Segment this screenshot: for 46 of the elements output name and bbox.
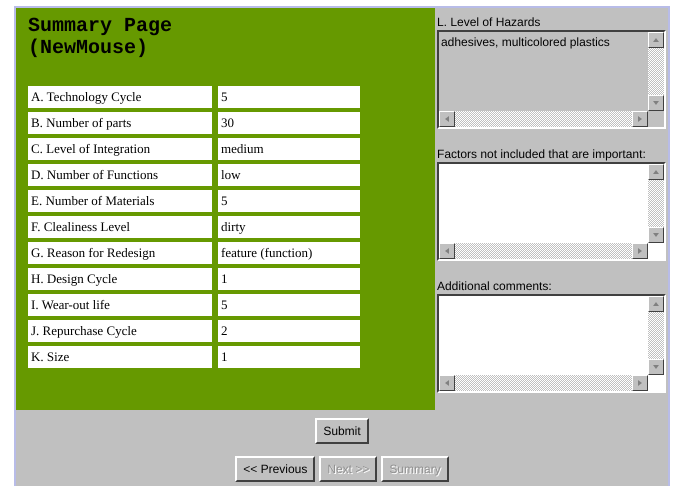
down-arrow-icon <box>652 363 660 371</box>
up-arrow-icon <box>652 168 660 176</box>
field-value: 30 <box>218 112 360 134</box>
field-value: medium <box>218 138 360 160</box>
text-area[interactable] <box>437 162 666 261</box>
field-label: H. Design Cycle <box>28 268 212 290</box>
down-arrow-icon <box>652 99 660 107</box>
field-value: low <box>218 164 360 186</box>
right-arrow-icon <box>636 247 644 255</box>
left-arrow-icon <box>443 247 451 255</box>
field-value: feature (function) <box>218 242 360 264</box>
vertical-scrollbar[interactable] <box>648 164 664 243</box>
up-arrow-icon <box>652 300 660 308</box>
field-label: E. Number of Materials <box>28 190 212 212</box>
horizontal-scrollbar[interactable] <box>439 243 648 259</box>
text-area-label: Factors not included that are important: <box>437 146 647 162</box>
field-label: K. Size <box>28 346 212 368</box>
field-label: J. Repurchase Cycle <box>28 320 212 342</box>
field-value: 1 <box>218 346 360 368</box>
text-area-label: Additional comments: <box>437 278 553 294</box>
field-label: G. Reason for Redesign <box>28 242 212 264</box>
field-label: I. Wear-out life <box>28 294 212 316</box>
field-label: A. Technology Cycle <box>28 86 212 108</box>
field-label: D. Number of Functions <box>28 164 212 186</box>
left-arrow-icon <box>443 379 451 387</box>
vertical-scrollbar[interactable] <box>648 296 664 375</box>
submit-button[interactable]: Submit <box>315 418 369 444</box>
field-label: C. Level of Integration <box>28 138 212 160</box>
text-area-label: L. Level of Hazards <box>437 14 542 30</box>
field-label: F. Clealiness Level <box>28 216 212 238</box>
field-value: 5 <box>218 86 360 108</box>
down-arrow-icon <box>652 231 660 239</box>
left-arrow-icon <box>443 115 451 123</box>
nav-button[interactable]: << Previous <box>235 456 316 482</box>
field-value: 5 <box>218 190 360 212</box>
field-value: 1 <box>218 268 360 290</box>
right-arrow-icon <box>636 379 644 387</box>
field-value: 5 <box>218 294 360 316</box>
text-area[interactable] <box>437 294 666 393</box>
horizontal-scrollbar[interactable] <box>439 375 648 391</box>
page-title: Summary Page (NewMouse) <box>28 16 174 60</box>
field-value: 2 <box>218 320 360 342</box>
field-value: dirty <box>218 216 360 238</box>
field-label: B. Number of parts <box>28 112 212 134</box>
right-arrow-icon <box>636 115 644 123</box>
up-arrow-icon <box>652 36 660 44</box>
